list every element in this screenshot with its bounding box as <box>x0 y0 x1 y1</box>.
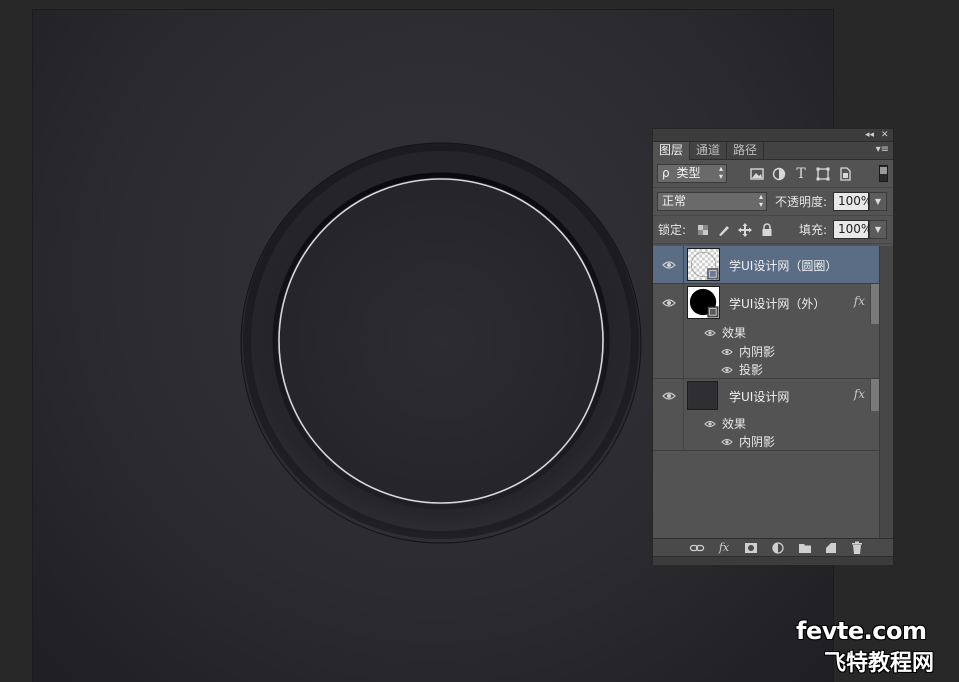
tab-paths[interactable]: 路径 <box>727 142 765 160</box>
search-icon: ρ <box>662 166 670 180</box>
opacity-label: 不透明度: <box>775 195 828 209</box>
fill-input[interactable]: 100% <box>833 220 872 239</box>
lock-label: 锁定: <box>658 223 687 237</box>
layers-list: 学UI设计网（圆圈） 学UI设计网（外） fx 效果 内阴影 投影 学UI设计网… <box>653 246 879 538</box>
effect-inner-shadow[interactable]: 内阴影 <box>739 433 775 450</box>
inner-circle <box>280 180 602 502</box>
tab-layers[interactable]: 图层 <box>653 142 691 160</box>
watermark: fevte.com 飞特教程网 <box>794 617 954 677</box>
blend-row: 正常 ▴ ▾ 不透明度: 100% ▼ <box>653 188 893 216</box>
updown-arrows-icon: ▴ ▾ <box>758 192 763 209</box>
effect-eye-icon[interactable] <box>721 348 733 356</box>
new-layer-icon[interactable] <box>823 541 839 555</box>
lock-image-pixels-icon[interactable] <box>716 222 732 238</box>
effects-eye-icon[interactable] <box>704 329 716 337</box>
close-icon[interactable]: ✕ <box>881 129 889 142</box>
layers-bottom-toolbar: fx <box>653 538 893 556</box>
watermark-site-name: 飞特教程网 <box>824 651 935 676</box>
visibility-eye-icon[interactable] <box>662 391 676 401</box>
panel-resize-gripper[interactable] <box>653 556 893 565</box>
opacity-input[interactable]: 100% <box>833 192 872 211</box>
layer-fx-badge[interactable]: fx <box>854 294 865 308</box>
collapse-icon[interactable]: ◂◂ <box>865 129 874 142</box>
layer-name[interactable]: 学UI设计网 <box>729 388 789 405</box>
image-filter-icon[interactable] <box>749 166 765 182</box>
effect-eye-icon[interactable] <box>721 438 733 446</box>
layer-row-base[interactable]: 学UI设计网 fx 效果 内阴影 <box>653 379 879 451</box>
lock-row: 锁定: 填充: 100% ▼ <box>653 216 893 244</box>
effects-eye-icon[interactable] <box>704 420 716 428</box>
layer-fx-badge[interactable]: fx <box>854 387 865 401</box>
layer-thumbnail-transparent[interactable] <box>687 248 720 281</box>
layer-name[interactable]: 学UI设计网（外） <box>729 295 825 312</box>
filter-kind-label: 类型 <box>676 166 701 180</box>
layer-separator <box>683 246 684 283</box>
effects-expander[interactable] <box>870 379 879 411</box>
link-layers-icon[interactable] <box>689 541 705 555</box>
updown-arrows-icon: ▴ ▾ <box>718 164 723 181</box>
panel-titlebar[interactable]: ◂◂ ✕ <box>653 129 893 142</box>
watermark-domain: fevte.com <box>796 617 927 645</box>
lock-all-icon[interactable] <box>759 222 775 238</box>
smart-object-filter-icon[interactable] <box>837 166 853 182</box>
layer-mask-icon[interactable] <box>743 541 759 555</box>
fill-label: 填充: <box>799 223 828 237</box>
effects-expander[interactable] <box>870 284 879 324</box>
layer-style-icon[interactable]: fx <box>716 541 732 555</box>
layers-scrollbar[interactable] <box>879 246 893 538</box>
layer-thumbnail-black-circle[interactable] <box>687 286 720 319</box>
adjustment-filter-icon[interactable] <box>771 166 787 182</box>
layer-separator <box>683 379 684 450</box>
effect-drop-shadow[interactable]: 投影 <box>739 361 763 378</box>
tab-channels[interactable]: 通道 <box>690 142 728 160</box>
filter-kind-select[interactable]: ρ 类型 ▴ ▾ <box>657 164 727 183</box>
visibility-eye-icon[interactable] <box>662 260 676 270</box>
effect-inner-shadow[interactable]: 内阴影 <box>739 343 775 360</box>
blend-mode-select[interactable]: 正常 ▴ ▾ <box>657 192 767 211</box>
group-folder-icon[interactable] <box>797 541 813 555</box>
panel-menu-icon[interactable]: ▾≡ <box>876 144 889 155</box>
shape-filter-icon[interactable] <box>815 166 831 182</box>
photoshop-workspace: ◂◂ ✕ 图层 通道 路径 ▾≡ ρ 类型 ▴ ▾ T 正常 ▴ ▾ 不透明度:… <box>0 0 959 682</box>
lock-position-icon[interactable] <box>737 222 753 238</box>
layers-panel: ◂◂ ✕ 图层 通道 路径 ▾≡ ρ 类型 ▴ ▾ T 正常 ▴ ▾ 不透明度:… <box>652 128 894 565</box>
effects-label[interactable]: 效果 <box>722 324 746 341</box>
fill-dropdown-icon[interactable]: ▼ <box>869 220 887 239</box>
layer-name[interactable]: 学UI设计网（圆圈） <box>729 257 837 274</box>
effect-eye-icon[interactable] <box>721 366 733 374</box>
filter-row: ρ 类型 ▴ ▾ T <box>653 160 893 188</box>
layer-thumbnail-dark[interactable] <box>687 381 718 410</box>
panel-tabs: 图层 通道 路径 ▾≡ <box>653 142 893 160</box>
effects-label[interactable]: 效果 <box>722 415 746 432</box>
layer-row-outer[interactable]: 学UI设计网（外） fx 效果 内阴影 投影 <box>653 284 879 379</box>
lock-transparent-pixels-icon[interactable] <box>695 222 711 238</box>
layer-separator <box>683 284 684 378</box>
type-filter-icon[interactable]: T <box>793 166 809 182</box>
visibility-eye-icon[interactable] <box>662 298 676 308</box>
opacity-dropdown-icon[interactable]: ▼ <box>869 192 887 211</box>
delete-trash-icon[interactable] <box>849 541 865 555</box>
layer-row-circle[interactable]: 学UI设计网（圆圈） <box>653 246 879 284</box>
blend-mode-value: 正常 <box>662 194 687 208</box>
filter-toggle-switch[interactable] <box>879 165 888 182</box>
adjustment-layer-icon[interactable] <box>770 541 786 555</box>
